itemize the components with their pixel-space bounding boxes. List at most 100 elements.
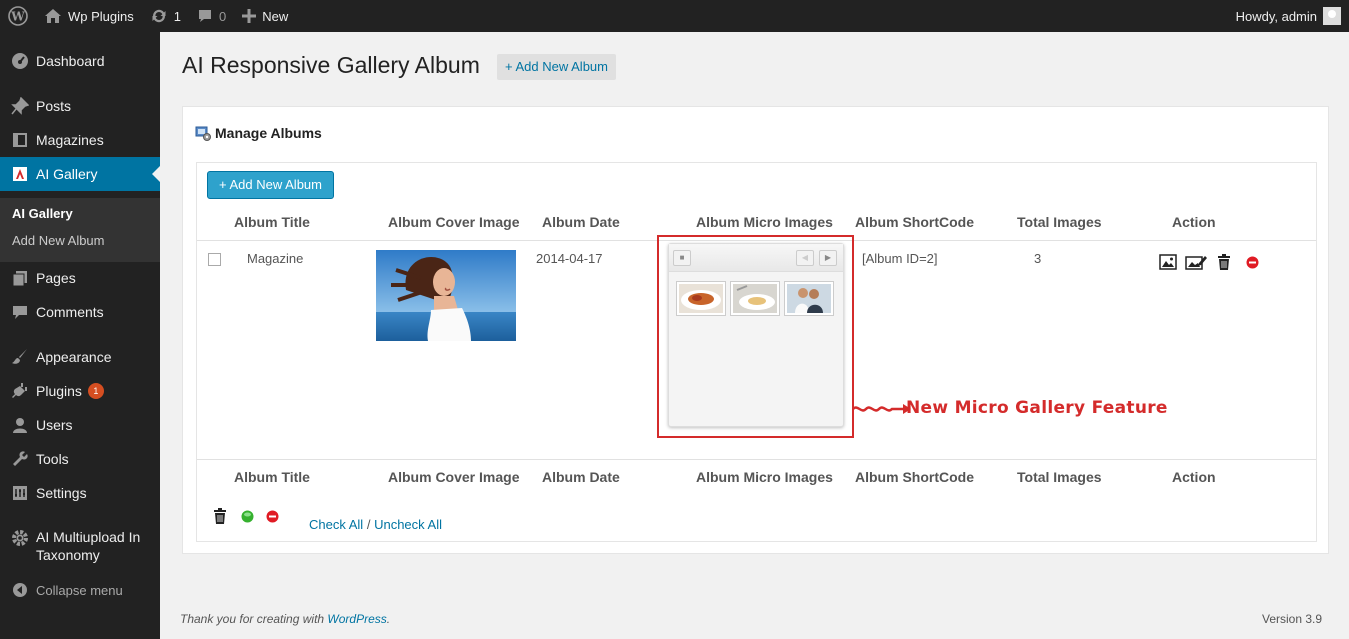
stop-icon[interactable]: ■ bbox=[673, 250, 691, 266]
collapse-icon bbox=[10, 580, 30, 600]
sidebar-item-tools[interactable]: Tools bbox=[0, 442, 160, 476]
col-header-cover: Album Cover Image bbox=[388, 214, 520, 230]
check-all-link[interactable]: Check All bbox=[309, 517, 363, 532]
row-divider bbox=[197, 459, 1316, 460]
sidebar-item-dashboard[interactable]: Dashboard bbox=[0, 44, 160, 78]
comment-icon bbox=[198, 10, 211, 22]
footer-version: Version 3.9 bbox=[1262, 612, 1323, 626]
album-title: Magazine bbox=[247, 251, 304, 266]
admin-sidebar: Dashboard Posts Magazines AI Gallery AI … bbox=[0, 32, 160, 639]
album-total-images: 3 bbox=[1034, 251, 1042, 266]
next-icon[interactable]: ▶ bbox=[819, 250, 837, 266]
col-footer-action: Action bbox=[1172, 469, 1216, 485]
col-footer-date: Album Date bbox=[542, 469, 620, 485]
album-shortcode: [Album ID=2] bbox=[862, 251, 938, 266]
album-cover-image bbox=[376, 250, 516, 341]
panel-header: Manage Albums bbox=[195, 125, 322, 141]
sidebar-label: Comments bbox=[36, 304, 104, 320]
check-links: Check All / Uncheck All bbox=[309, 517, 442, 532]
avatar bbox=[1323, 7, 1341, 25]
site-name-link[interactable]: Wp Plugins bbox=[36, 0, 142, 32]
sidebar-label: AI Gallery bbox=[36, 166, 98, 182]
add-images-icon[interactable] bbox=[1159, 254, 1177, 270]
wrench-icon bbox=[10, 449, 30, 469]
wordpress-logo-icon[interactable]: W bbox=[0, 0, 36, 32]
col-footer-micro-images: Album Micro Images bbox=[696, 469, 833, 485]
my-account-link[interactable]: Howdy, admin bbox=[1228, 0, 1349, 32]
sidebar-item-posts[interactable]: Posts bbox=[0, 89, 160, 123]
sidebar-label: Pages bbox=[36, 270, 76, 286]
active-arrow bbox=[152, 166, 160, 182]
bulk-unpublish-icon[interactable] bbox=[266, 510, 279, 523]
plugins-update-badge: 1 bbox=[87, 383, 104, 399]
gallery-icon bbox=[10, 164, 30, 184]
col-footer-cover: Album Cover Image bbox=[388, 469, 520, 485]
bulk-publish-icon[interactable] bbox=[241, 510, 254, 523]
sidebar-label: Users bbox=[36, 417, 73, 433]
sidebar-label: Posts bbox=[36, 98, 72, 114]
updates-link[interactable]: 1 bbox=[142, 0, 189, 32]
col-footer-total: Total Images bbox=[1017, 469, 1102, 485]
comments-link[interactable]: 0 bbox=[189, 0, 234, 32]
sidebar-item-pages[interactable]: Pages bbox=[0, 261, 160, 295]
uncheck-all-link[interactable]: Uncheck All bbox=[374, 517, 442, 532]
admin-bar: W Wp Plugins 1 0 New Howdy, admin bbox=[0, 0, 1349, 32]
sidebar-item-magazines[interactable]: Magazines bbox=[0, 123, 160, 157]
col-header-shortcode: Album ShortCode bbox=[855, 214, 974, 230]
bulk-delete-icon[interactable] bbox=[213, 508, 227, 524]
album-date: 2014-04-17 bbox=[536, 251, 603, 266]
footer-thanks: Thank you for creating with WordPress. bbox=[180, 612, 391, 626]
album-settings-icon bbox=[195, 126, 211, 141]
micro-thumbnail[interactable] bbox=[730, 281, 780, 316]
sidebar-label: Tools bbox=[36, 451, 69, 467]
footer-thanks-text: Thank you for creating with bbox=[180, 612, 328, 626]
title-add-album-button[interactable]: + Add New Album bbox=[497, 54, 616, 80]
pin-icon bbox=[10, 96, 30, 116]
plug-icon bbox=[10, 381, 30, 401]
col-header-title: Album Title bbox=[234, 214, 310, 230]
feature-annotation: New Micro Gallery Feature bbox=[906, 398, 1168, 418]
brush-icon bbox=[10, 347, 30, 367]
sidebar-item-ai-gallery[interactable]: AI Gallery bbox=[0, 157, 160, 191]
prev-icon[interactable]: ◀ bbox=[796, 250, 814, 266]
sidebar-item-settings[interactable]: Settings bbox=[0, 476, 160, 510]
updates-count: 1 bbox=[173, 8, 181, 24]
submenu-item-ai-gallery[interactable]: AI Gallery bbox=[12, 206, 73, 221]
add-new-album-button[interactable]: + Add New Album bbox=[207, 171, 334, 199]
link-separator: / bbox=[366, 517, 371, 532]
sidebar-item-ai-multiupload[interactable]: AI Multiupload In Taxonomy bbox=[0, 528, 160, 568]
sidebar-item-comments[interactable]: Comments bbox=[0, 295, 160, 329]
comments-count: 0 bbox=[218, 8, 227, 24]
col-header-total: Total Images bbox=[1017, 214, 1102, 230]
micro-gallery-toolbar: ■ ◀ ▶ bbox=[669, 244, 843, 272]
page-icon bbox=[10, 130, 30, 150]
col-footer-shortcode: Album ShortCode bbox=[855, 469, 974, 485]
col-header-micro-images: Album Micro Images bbox=[696, 214, 833, 230]
comment-icon bbox=[10, 302, 30, 322]
svg-text:W: W bbox=[10, 10, 25, 24]
sidebar-item-appearance[interactable]: Appearance bbox=[0, 340, 160, 374]
wordpress-link[interactable]: WordPress bbox=[327, 612, 386, 626]
sidebar-item-users[interactable]: Users bbox=[0, 408, 160, 442]
sidebar-item-plugins[interactable]: Plugins 1 bbox=[0, 374, 160, 408]
home-icon bbox=[45, 9, 61, 23]
micro-thumbnail[interactable] bbox=[676, 281, 726, 316]
settings-icon bbox=[10, 483, 30, 503]
collapse-menu[interactable]: Collapse menu bbox=[0, 573, 160, 607]
panel-title: Manage Albums bbox=[215, 125, 322, 141]
micro-thumbnail[interactable] bbox=[784, 281, 834, 316]
site-name: Wp Plugins bbox=[68, 8, 134, 24]
submenu-item-add-new-album[interactable]: Add New Album bbox=[12, 233, 105, 248]
sidebar-submenu: AI Gallery Add New Album bbox=[0, 198, 160, 262]
new-content-link[interactable]: New bbox=[234, 0, 296, 32]
sidebar-label: Appearance bbox=[36, 349, 112, 365]
edit-album-icon[interactable] bbox=[1185, 254, 1207, 270]
pages-icon bbox=[10, 268, 30, 288]
gear-icon bbox=[10, 528, 30, 548]
sidebar-label: Plugins bbox=[36, 383, 82, 399]
row-checkbox[interactable] bbox=[208, 253, 221, 266]
delete-icon[interactable] bbox=[1217, 254, 1231, 270]
user-icon bbox=[10, 415, 30, 435]
unpublish-icon[interactable] bbox=[1246, 256, 1259, 269]
sidebar-label-line1: AI Multiupload In bbox=[36, 529, 141, 545]
